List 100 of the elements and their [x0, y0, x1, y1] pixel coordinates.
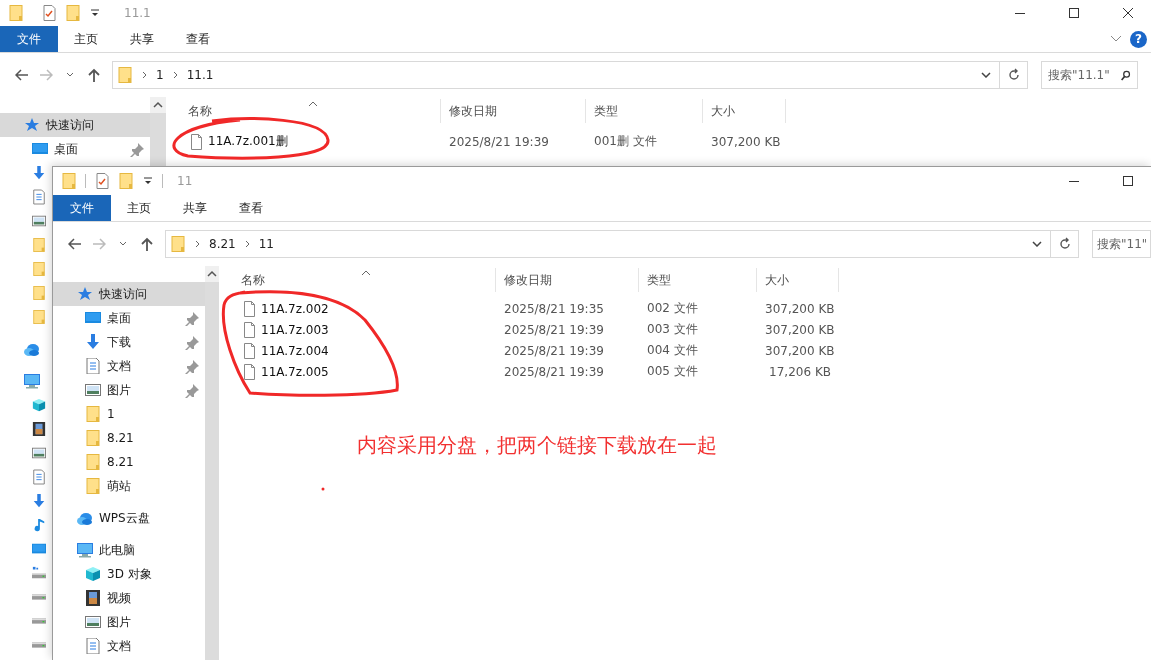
nav-item[interactable]: 图片 — [53, 610, 205, 634]
date-cell-text: 2025/8/21 19:39 — [448, 134, 550, 149]
file-icon — [190, 133, 203, 150]
film-icon — [85, 590, 101, 606]
file-name-cell[interactable]: 11A.7z.001删 — [166, 133, 441, 150]
up-arrow-icon — [141, 237, 153, 251]
column-header[interactable]: 大小 — [757, 268, 839, 292]
document-icon — [85, 358, 101, 374]
chevron-down-icon — [1032, 241, 1042, 247]
chevron-down-icon — [66, 72, 74, 78]
folder-icon — [65, 5, 81, 21]
computer-icon — [77, 542, 93, 558]
ribbon-tab[interactable]: 共享 — [167, 195, 223, 221]
address-bar[interactable]: 8.21 11 — [165, 230, 1051, 258]
nav-item[interactable]: 图片 — [53, 378, 205, 402]
breadcrumb[interactable]: 1 — [156, 68, 164, 82]
search-box[interactable]: 搜索"11" — [1092, 230, 1151, 258]
picture-icon — [32, 213, 46, 229]
search-icon — [1120, 68, 1131, 82]
size-cell-text: 307,200 KB — [710, 134, 782, 149]
file-name-cell[interactable]: 11A.7z.002 — [219, 300, 496, 317]
ribbon-tab[interactable]: 主页 — [58, 26, 114, 52]
window-title: 11 — [177, 174, 193, 188]
breadcrumb[interactable]: 8.21 — [209, 237, 236, 251]
nav-item[interactable]: 3D 对象 — [53, 562, 205, 586]
file-name-cell[interactable]: 11A.7z.003 — [219, 321, 496, 338]
ribbon-tab[interactable]: 主页 — [111, 195, 167, 221]
star-icon — [77, 286, 93, 302]
drive-icon — [32, 618, 46, 624]
nav-item[interactable]: 下载 — [53, 330, 205, 354]
size-cell-text: 307,200 KB — [764, 322, 836, 337]
chevron-right-icon — [141, 71, 148, 79]
ribbon-tab[interactable]: 查看 — [170, 26, 226, 52]
nav-item[interactable]: 文档 — [53, 634, 205, 658]
forward-arrow-icon — [39, 69, 53, 81]
search-field[interactable]: 搜索"11.1" — [1048, 68, 1117, 82]
folder-icon — [117, 67, 133, 83]
chevron-down-icon — [119, 241, 127, 247]
scrollbar[interactable] — [205, 266, 219, 660]
ribbon-tab[interactable]: 查看 — [223, 195, 279, 221]
cube-icon — [85, 566, 101, 582]
file-menu-tab[interactable]: 文件 — [0, 26, 58, 52]
nav-item[interactable]: 视频 — [53, 586, 205, 610]
folder-icon — [85, 454, 101, 470]
breadcrumb[interactable]: 11 — [258, 237, 274, 251]
document-icon — [85, 638, 101, 654]
nav-item[interactable]: 桌面 — [53, 306, 205, 330]
window-title: 11.1 — [124, 6, 151, 20]
nav-item[interactable]: WPS云盘 — [53, 506, 205, 530]
nav-item[interactable]: 文档 — [53, 354, 205, 378]
date-cell-text: 2025/8/21 19:39 — [503, 364, 605, 379]
file-icon — [243, 300, 256, 317]
minimize-icon — [1069, 180, 1079, 182]
column-header[interactable]: 大小 — [703, 99, 786, 123]
desktop-icon — [85, 310, 101, 326]
column-header[interactable]: 修改日期 — [441, 99, 586, 123]
size-cell-text: 307,200 KB — [764, 301, 836, 316]
cube-icon — [32, 397, 46, 413]
refresh-button[interactable] — [1051, 230, 1079, 258]
breadcrumb[interactable]: 11.1 — [186, 68, 214, 82]
column-header[interactable]: 名称 — [219, 268, 496, 292]
search-box[interactable]: 搜索"11.1" — [1041, 61, 1138, 89]
help-button[interactable]: ? — [1130, 30, 1147, 48]
nav-item[interactable]: 此电脑 — [53, 538, 205, 562]
up-arrow-icon — [88, 68, 100, 82]
folder-icon — [170, 236, 186, 252]
nav-item[interactable]: 1 — [53, 402, 205, 426]
maximize-icon — [1123, 176, 1133, 186]
folder-icon — [61, 173, 77, 189]
ribbon-tab[interactable]: 共享 — [114, 26, 170, 52]
file-menu-tab[interactable]: 文件 — [53, 195, 111, 221]
file-name-cell[interactable]: 11A.7z.004 — [219, 342, 496, 359]
minimize-icon — [1015, 12, 1025, 14]
film-icon — [32, 421, 46, 437]
checked-document-icon — [94, 173, 110, 189]
nav-item[interactable]: 萌站 — [53, 474, 205, 498]
refresh-button[interactable] — [1000, 61, 1028, 89]
folder-icon — [85, 478, 101, 494]
column-header[interactable]: 类型 — [586, 99, 703, 123]
nav-item[interactable]: 快速访问 — [0, 113, 150, 137]
date-cell-text: 2025/8/21 19:39 — [503, 322, 605, 337]
chevron-down-icon — [981, 72, 991, 78]
address-bar[interactable]: 1 11.1 — [112, 61, 1000, 89]
folder-icon — [8, 5, 24, 21]
download-arrow-icon — [32, 493, 46, 509]
folder-icon — [85, 406, 101, 422]
nav-item[interactable]: 8.21 — [53, 450, 205, 474]
folder-icon — [32, 309, 46, 325]
document-icon — [32, 189, 46, 205]
forward-arrow-icon — [92, 238, 106, 250]
download-arrow-icon — [85, 334, 101, 350]
nav-item[interactable]: 快速访问 — [53, 282, 205, 306]
file-name-cell[interactable]: 11A.7z.005 — [219, 363, 496, 380]
column-header[interactable]: 名称 — [166, 99, 441, 123]
nav-item[interactable]: 8.21 — [53, 426, 205, 450]
download-arrow-icon — [32, 165, 46, 181]
nav-item[interactable]: 桌面 — [0, 137, 150, 161]
column-header[interactable]: 类型 — [639, 268, 757, 292]
search-field[interactable]: 搜索"11" — [1097, 237, 1146, 251]
column-header[interactable]: 修改日期 — [496, 268, 639, 292]
